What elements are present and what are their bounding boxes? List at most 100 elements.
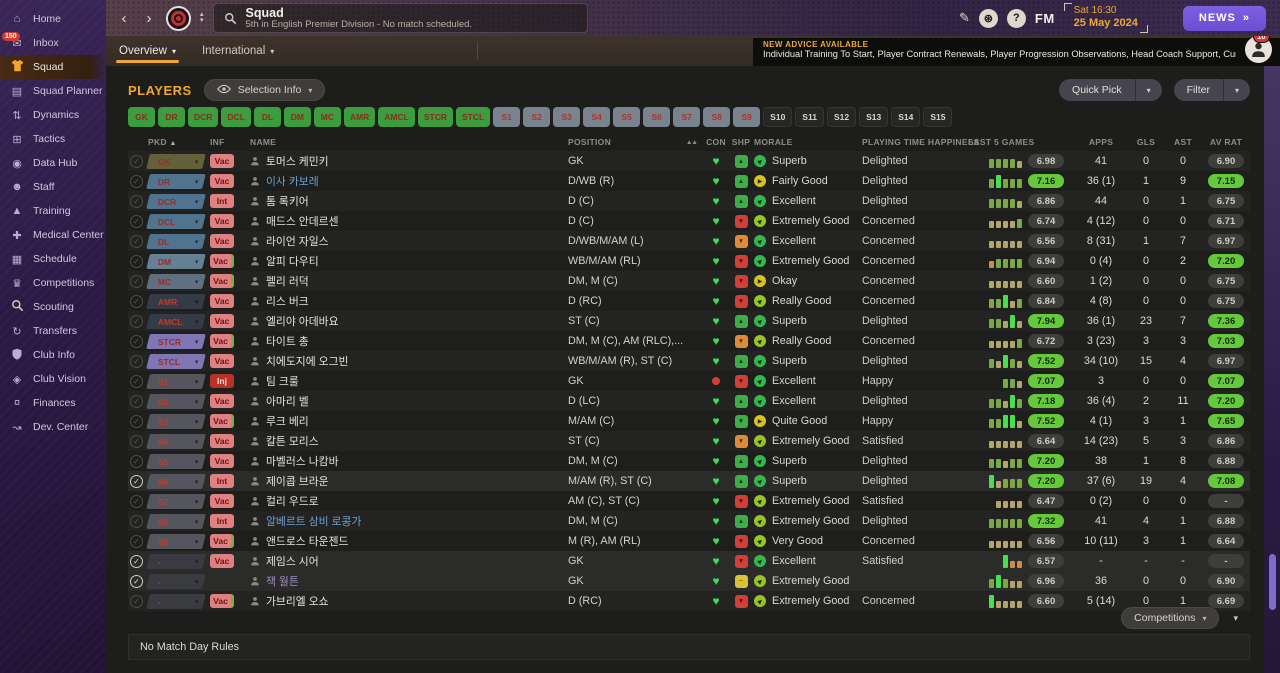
row-select-check[interactable]: ✓ [130,314,143,328]
col-header-avrat[interactable]: AV RAT [1202,137,1250,147]
row-select-check[interactable]: ✓ [130,514,143,528]
position-filter-stcr[interactable]: STCR [417,107,453,127]
tab-overview[interactable]: Overview ▾ [106,36,189,66]
assistant-avatar[interactable]: 10 [1245,30,1272,63]
table-row[interactable]: ✓ - ▾ Vac 가브리엘 오쇼 D (RC) ♥ ▼ ▶ Extremely Good Conc… [128,591,1250,611]
table-row[interactable]: ✓ S7 ▾ Vac 컬리 우드로 AM (C), ST (C) ♥ ▼ ▶ Extremely … [128,491,1250,511]
info-badge[interactable]: Vac [210,354,234,368]
col-header-shp[interactable]: SHP [728,137,754,147]
player-name[interactable]: 제임스 시어 [266,553,319,569]
pkd-position-badge[interactable]: DL ▾ [146,233,206,249]
position-filter-s4[interactable]: S4 [583,107,611,127]
col-header-name[interactable]: NAME [242,137,568,147]
info-badge[interactable]: Inj [210,374,234,388]
info-badge[interactable]: Vac [210,234,234,248]
player-name[interactable]: 앤드로스 타운젠드 [266,533,348,549]
player-name[interactable]: 라이언 자일스 [266,233,329,249]
row-select-check[interactable]: ✓ [130,534,143,548]
advice-banner[interactable]: NEW ADVICE AVAILABLE Individual Training… [753,30,1280,66]
row-select-check[interactable]: ✓ [130,594,143,608]
player-name[interactable]: 루크 베리 [266,413,309,429]
table-row[interactable]: ✓ S4 ▾ Vac 칼튼 모리스 ST (C) ♥ ▼ ▶ Extremely Good Sati… [128,431,1250,451]
row-select-check[interactable]: ✓ [130,454,143,468]
help-icon[interactable]: ? [1006,8,1026,28]
table-row[interactable]: ✓ DCR ▾ Int 톰 록키어 D (C) ♥ ▲ ▶ Excellent Delighted 6… [128,191,1250,211]
pkd-position-badge[interactable]: DCR ▾ [146,193,206,209]
pkd-position-badge[interactable]: S6 ▾ [146,473,206,489]
row-select-check[interactable]: ✓ [130,334,143,348]
row-select-check[interactable]: ✓ [130,574,143,588]
pkd-position-badge[interactable]: - ▾ [146,593,206,609]
player-name[interactable]: 톰 록키어 [266,193,309,209]
table-row[interactable]: ✓ S6 ▾ Int 제이콥 브라운 M/AM (R), ST (C) ♥ ▲ ▶ Superb D… [128,471,1250,491]
row-select-check[interactable]: ✓ [130,254,143,268]
pkd-position-badge[interactable]: - ▾ [146,553,206,569]
sidebar-item-competitions[interactable]: ♛ Competitions [0,271,106,295]
filter-chevron[interactable]: ▾ [1222,79,1250,101]
info-badge[interactable]: Vac [210,454,234,468]
player-name[interactable]: 팀 크룰 [266,373,299,389]
table-row[interactable]: ✓ AMCL ▾ Vac 엘리야 아데바요 ST (C) ♥ ▲ ▶ Superb Delighte… [128,311,1250,331]
pkd-position-badge[interactable]: AMCL ▾ [146,313,206,329]
col-header-con[interactable]: CON [704,137,728,147]
sidebar-item-squad[interactable]: Squad [0,55,106,79]
player-name[interactable]: 알베르트 삼비 로콩가 [266,513,361,529]
player-name[interactable]: 잭 월튼 [266,573,299,589]
player-name[interactable]: 타이트 총 [266,333,309,349]
table-row[interactable]: ✓ GK ▾ Vac 토머스 케민키 GK ♥ ▲ ▶ Superb Delighted 6.98 41… [128,151,1250,171]
player-name[interactable]: 매드스 안데르센 [266,213,339,229]
game-date[interactable]: Sat 16:30 25 May 2024 [1063,2,1149,34]
row-select-check[interactable]: ✓ [130,194,143,208]
row-select-check[interactable]: ✓ [130,234,143,248]
row-select-check[interactable]: ✓ [130,554,143,568]
row-select-check[interactable]: ✓ [130,154,143,168]
selection-info-dropdown[interactable]: Selection Info ▾ [203,79,326,101]
info-badge[interactable]: Vac [210,274,234,288]
info-badge[interactable]: Vac [210,394,234,408]
pkd-position-badge[interactable]: - ▾ [146,573,206,589]
quick-pick-chevron[interactable]: ▾ [1134,79,1162,101]
player-name[interactable]: 칼튼 모리스 [266,433,319,449]
info-badge[interactable]: Vac [210,494,234,508]
table-row[interactable]: ✓ DR ▾ Vac 이사 카보레 D/WB (R) ♥ ▲ ▶ Fairly Good Delig… [128,171,1250,191]
sidebar-item-dynamics[interactable]: ⇅ Dynamics [0,103,106,127]
info-badge[interactable]: Vac [210,554,234,568]
col-header-pkd[interactable]: PKD ▲ [148,137,210,147]
table-row[interactable]: ✓ STCR ▾ Vac 타이트 총 DM, M (C), AM (RLC),... ♥ ▼ ▶… [128,331,1250,351]
info-badge[interactable]: Vac [210,154,234,168]
position-filter-dcr[interactable]: DCR [188,107,219,127]
row-select-check[interactable]: ✓ [130,214,143,228]
col-header-ast[interactable]: AST [1164,137,1202,147]
position-filter-s9[interactable]: S9 [733,107,761,127]
position-filter-dr[interactable]: DR [158,107,185,127]
table-row[interactable]: ✓ DCL ▾ Vac 매드스 안데르센 D (C) ♥ ▼ ▶ Extremely Good Co… [128,211,1250,231]
table-row[interactable]: ✓ S9 ▾ Vac 앤드로스 타운젠드 M (R), AM (RL) ♥ ▼ ▶ Very Go… [128,531,1250,551]
position-filter-s6[interactable]: S6 [643,107,671,127]
position-filter-dcl[interactable]: DCL [221,107,251,127]
position-filter-s1[interactable]: S1 [493,107,521,127]
position-filter-stcl[interactable]: STCL [455,107,491,127]
row-select-check[interactable]: ✓ [130,414,143,428]
player-name[interactable]: 엘리야 아데바요 [266,313,339,329]
position-filter-s12[interactable]: S12 [826,107,857,127]
back-icon[interactable]: ‹ [116,11,132,26]
search-icon[interactable] [224,12,237,25]
row-select-check[interactable]: ✓ [130,374,143,388]
pkd-position-badge[interactable]: S3 ▾ [146,413,206,429]
sidebar-item-data-hub[interactable]: ◉ Data Hub [0,151,106,175]
position-filter-amr[interactable]: AMR [343,107,376,127]
row-select-check[interactable]: ✓ [130,434,143,448]
table-row[interactable]: ✓ AMR ▾ Vac 리스 버크 D (RC) ♥ ▼ ▶ Really Good Concern… [128,291,1250,311]
sidebar-item-home[interactable]: ⌂ Home [0,7,106,31]
info-badge[interactable]: Vac [210,314,234,328]
info-badge[interactable]: Vac [210,594,234,608]
sidebar-item-training[interactable]: ▲ Training [0,199,106,223]
player-name[interactable]: 알피 다우티 [266,253,319,269]
sidebar-item-scouting[interactable]: Scouting [0,295,106,319]
tab-international[interactable]: International ▾ [189,36,287,66]
continue-stepper[interactable]: ▴ ▾ [200,11,204,24]
pkd-position-badge[interactable]: STCL ▾ [146,353,206,369]
position-filter-gk[interactable]: GK [128,107,155,127]
pkd-position-badge[interactable]: S4 ▾ [146,433,206,449]
player-name[interactable]: 이사 카보레 [266,173,319,189]
